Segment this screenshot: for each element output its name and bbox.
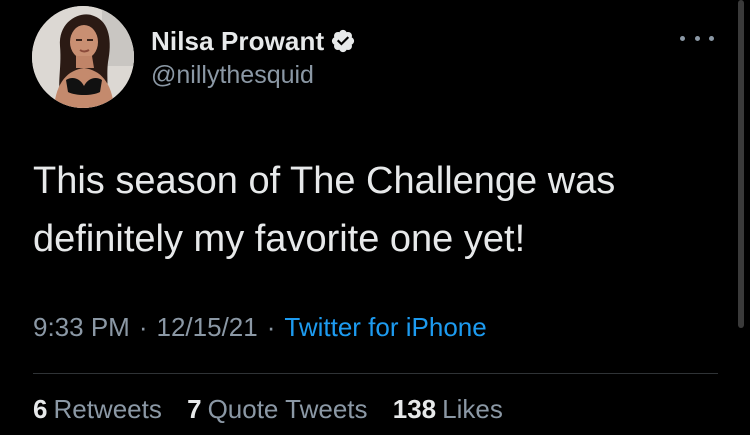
- more-dot: [694, 35, 700, 41]
- likes-label: Likes: [442, 394, 503, 424]
- avatar-photo: [32, 6, 134, 108]
- likes-count: 138: [392, 394, 437, 424]
- retweets-label: Retweets: [53, 394, 162, 424]
- more-options-icon[interactable]: [680, 28, 714, 48]
- tweet-metadata: 9:33 PM · 12/15/21 · Twitter for iPhone: [33, 312, 487, 343]
- scrollbar[interactable]: [738, 0, 744, 328]
- quote-tweets-count: 7: [187, 394, 202, 424]
- tweet-date[interactable]: 12/15/21: [157, 312, 258, 342]
- retweets-count: 6: [33, 394, 48, 424]
- tweet-detail: Nilsa Prowant @nillythesquid This season…: [0, 0, 750, 435]
- more-dot: [680, 35, 685, 41]
- tweet-text: This season of The Challenge was definit…: [33, 160, 616, 260]
- verified-badge-icon: [332, 29, 355, 53]
- author-handle[interactable]: @nillythesquid: [151, 61, 314, 90]
- more-dot: [709, 35, 714, 41]
- quote-tweets-label: Quote Tweets: [207, 394, 368, 424]
- retweets-stat[interactable]: 6 Retweets: [33, 394, 162, 424]
- tweet-time[interactable]: 9:33 PM: [33, 312, 130, 342]
- tweet-stats: 6 Retweets 7 Quote Tweets 138 Likes: [33, 394, 521, 425]
- author-name-row: Nilsa Prowant: [151, 25, 356, 57]
- likes-stat[interactable]: 138 Likes: [393, 394, 503, 424]
- meta-separator: ·: [138, 312, 148, 342]
- display-name[interactable]: Nilsa Prowant: [151, 26, 324, 57]
- divider: [33, 373, 718, 374]
- avatar[interactable]: [32, 6, 134, 108]
- quote-tweets-stat[interactable]: 7 Quote Tweets: [187, 394, 367, 424]
- tweet-source-link[interactable]: Twitter for iPhone: [284, 312, 486, 342]
- meta-separator: ·: [266, 312, 276, 342]
